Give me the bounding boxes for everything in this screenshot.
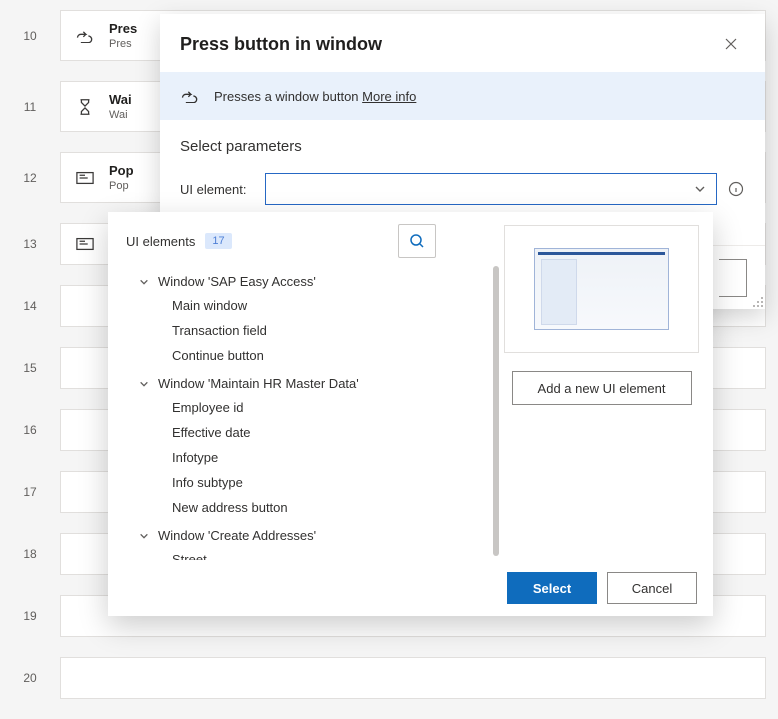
ui-element-label: UI element: — [180, 182, 255, 197]
flow-step-number: 16 — [0, 423, 60, 437]
more-info-link[interactable]: More info — [362, 89, 416, 104]
cancel-button[interactable]: Cancel — [607, 572, 697, 604]
tree-group-title: Window 'Create Addresses' — [158, 528, 316, 543]
tree-group-header[interactable]: Window 'Maintain HR Master Data' — [120, 372, 480, 395]
ui-elements-panel: UI elements 17 Window 'SAP Easy Access' M… — [108, 212, 713, 616]
flow-step-number: 18 — [0, 547, 60, 561]
close-button[interactable] — [717, 30, 745, 58]
tree-scrollbar[interactable] — [492, 266, 500, 560]
tree-item[interactable]: Transaction field — [120, 318, 480, 343]
hourglass-icon — [75, 97, 95, 117]
partial-button[interactable] — [719, 259, 747, 297]
add-ui-element-button[interactable]: Add a new UI element — [512, 371, 692, 405]
flow-step-number: 13 — [0, 237, 60, 251]
chevron-down-icon — [138, 277, 150, 287]
select-button[interactable]: Select — [507, 572, 597, 604]
flow-step-number: 19 — [0, 609, 60, 623]
tree-item[interactable]: New address button — [120, 495, 480, 520]
flow-step-number: 17 — [0, 485, 60, 499]
tree-group-title: Window 'Maintain HR Master Data' — [158, 376, 359, 391]
preview-thumbnail — [534, 248, 669, 330]
ui-element-dropdown[interactable] — [265, 173, 717, 205]
tree-group-title: Window 'SAP Easy Access' — [158, 274, 316, 289]
modal-info-banner: Presses a window button More info — [160, 72, 765, 120]
element-preview — [504, 225, 699, 353]
flow-step-number: 14 — [0, 299, 60, 313]
tree-item[interactable]: Info subtype — [120, 470, 480, 495]
info-icon[interactable] — [727, 180, 745, 198]
tree-item[interactable]: Effective date — [120, 420, 480, 445]
tree-item[interactable]: Employee id — [120, 395, 480, 420]
populate-icon — [75, 234, 95, 254]
select-parameters-heading: Select parameters — [180, 138, 745, 155]
chevron-down-icon — [138, 531, 150, 541]
flow-step-number: 12 — [0, 171, 60, 185]
tree-group-header[interactable]: Window 'Create Addresses' — [120, 524, 480, 547]
tree-item[interactable]: Continue button — [120, 343, 480, 368]
press-button-icon — [75, 26, 95, 46]
tree-item[interactable]: Infotype — [120, 445, 480, 470]
press-button-icon — [180, 86, 200, 106]
flow-step-number: 20 — [0, 671, 60, 685]
search-button[interactable] — [398, 224, 436, 258]
flow-step-number: 15 — [0, 361, 60, 375]
flow-step-number: 11 — [0, 100, 60, 114]
ui-elements-tree: Window 'SAP Easy Access' Main windowTrans… — [120, 268, 480, 560]
chevron-down-icon — [138, 379, 150, 389]
populate-icon — [75, 168, 95, 188]
tree-item[interactable]: Main window — [120, 293, 480, 318]
flow-step-card[interactable] — [60, 657, 766, 699]
ui-elements-heading: UI elements — [126, 234, 195, 249]
ui-elements-count-badge: 17 — [205, 233, 231, 249]
tree-item[interactable]: Street — [120, 547, 480, 560]
chevron-down-icon — [694, 183, 706, 195]
resize-grip-icon[interactable] — [751, 295, 765, 309]
flow-step-number: 10 — [0, 29, 60, 43]
modal-title: Press button in window — [180, 34, 382, 55]
tree-group-header[interactable]: Window 'SAP Easy Access' — [120, 270, 480, 293]
modal-info-text: Presses a window button More info — [214, 89, 416, 104]
